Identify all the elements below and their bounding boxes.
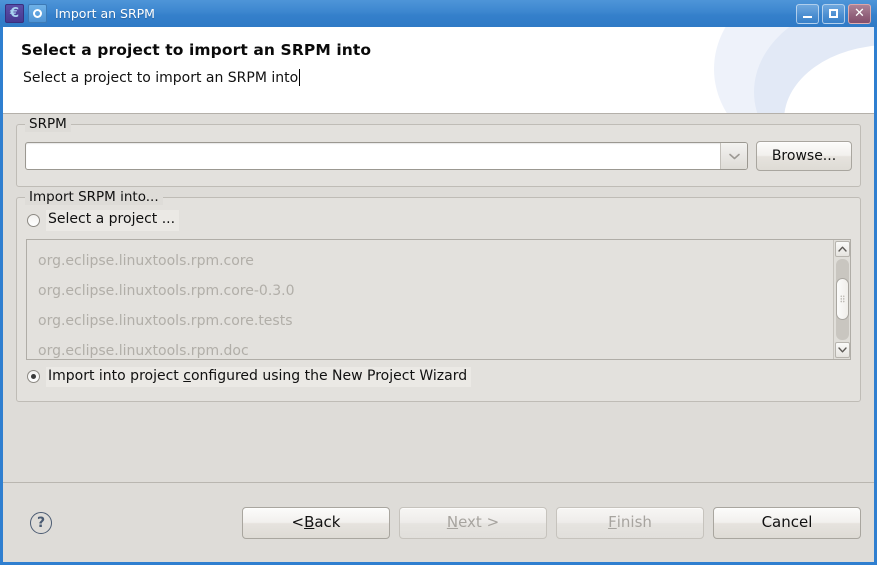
- srpm-combo[interactable]: [25, 142, 748, 170]
- finish-mnemonic: F: [608, 513, 617, 531]
- next-suffix: ext >: [458, 513, 500, 531]
- radio-new-project-wizard[interactable]: Import into project configured using the…: [17, 360, 860, 387]
- scroll-up-button[interactable]: [834, 240, 850, 257]
- window-controls: ✕: [796, 3, 874, 24]
- minimize-icon: [803, 15, 812, 18]
- list-item[interactable]: org.eclipse.linuxtools.rpm.doc: [27, 336, 833, 359]
- radio-new-project-wizard-label: Import into project configured using the…: [46, 366, 472, 387]
- maximize-button[interactable]: [822, 3, 845, 24]
- radio-select-a-project-label: Select a project ...: [46, 210, 180, 231]
- finish-suffix: inish: [616, 513, 652, 531]
- cancel-button[interactable]: Cancel: [713, 506, 861, 539]
- eclipse-icon: €: [5, 4, 24, 23]
- dialog-footer: ? < Back Next > Finish Cancel: [3, 482, 874, 562]
- import-target-group: Import SRPM into... Select a project ...…: [16, 189, 861, 402]
- back-button[interactable]: < Back: [242, 506, 390, 539]
- radio-select-a-project-mark[interactable]: [27, 213, 40, 227]
- ring-shape: [33, 9, 42, 18]
- list-item[interactable]: org.eclipse.linuxtools.rpm.core-0.3.0: [27, 276, 833, 306]
- list-item[interactable]: org.eclipse.linuxtools.rpm.core.tests: [27, 306, 833, 336]
- back-mnemonic: B: [304, 513, 315, 531]
- window-ring-icon: [28, 4, 47, 23]
- project-list-scrollbar[interactable]: [833, 239, 850, 359]
- back-suffix: ack: [314, 513, 341, 531]
- close-button[interactable]: ✕: [848, 3, 871, 24]
- next-mnemonic: N: [446, 513, 459, 531]
- window-title: Import an SRPM: [55, 6, 155, 21]
- page-title: Select a project to import an SRPM into: [21, 41, 372, 59]
- scrollbar-track[interactable]: [835, 258, 849, 340]
- chevron-down-icon[interactable]: [720, 143, 747, 169]
- project-list[interactable]: org.eclipse.linuxtools.rpm.core org.ecli…: [26, 238, 851, 360]
- wizard-header: Select a project to import an SRPM into …: [3, 27, 874, 114]
- wizard-body: SRPM Browse... Import SRPM into... Selec…: [3, 114, 874, 482]
- next-button[interactable]: Next >: [399, 506, 547, 539]
- finish-button[interactable]: Finish: [556, 506, 704, 539]
- text-caret: [299, 69, 301, 86]
- dialog-content: Select a project to import an SRPM into …: [3, 27, 874, 562]
- radio-new-project-wizard-mark[interactable]: [27, 370, 40, 384]
- import-group-title: Import SRPM into...: [25, 189, 163, 205]
- maximize-icon: [829, 9, 838, 18]
- footer-buttons: < Back Next > Finish Cancel: [242, 506, 861, 539]
- title-bar: € Import an SRPM ✕: [0, 0, 877, 27]
- srpm-row: Browse...: [17, 125, 860, 171]
- list-item[interactable]: org.eclipse.linuxtools.rpm.core: [27, 246, 833, 276]
- back-prefix: <: [291, 513, 305, 531]
- close-icon: ✕: [854, 6, 865, 21]
- scroll-down-button[interactable]: [834, 341, 850, 358]
- eclipse-glyph: €: [9, 6, 20, 21]
- browse-button[interactable]: Browse...: [756, 141, 852, 171]
- srpm-path-input[interactable]: [26, 143, 720, 169]
- radio-label-suffix: onfigured using the New Project Wizard: [190, 367, 468, 384]
- srpm-group-title: SRPM: [25, 116, 71, 132]
- dialog-window: € Import an SRPM ✕ Select a project to i…: [0, 0, 877, 565]
- minimize-button[interactable]: [796, 3, 819, 24]
- radio-label-mnemonic: c: [183, 367, 191, 384]
- page-subtitle: Select a project to import an SRPM into: [23, 69, 299, 86]
- cancel-label: Cancel: [761, 513, 813, 531]
- help-icon[interactable]: ?: [30, 511, 52, 534]
- srpm-group: SRPM Browse...: [16, 116, 861, 187]
- page-subtitle-row: Select a project to import an SRPM into: [3, 59, 874, 86]
- scrollbar-thumb[interactable]: [835, 278, 849, 320]
- project-list-items: org.eclipse.linuxtools.rpm.core org.ecli…: [27, 240, 833, 359]
- scrollbar-grip-icon: [839, 295, 845, 303]
- radio-label-prefix: Import into project: [48, 367, 184, 384]
